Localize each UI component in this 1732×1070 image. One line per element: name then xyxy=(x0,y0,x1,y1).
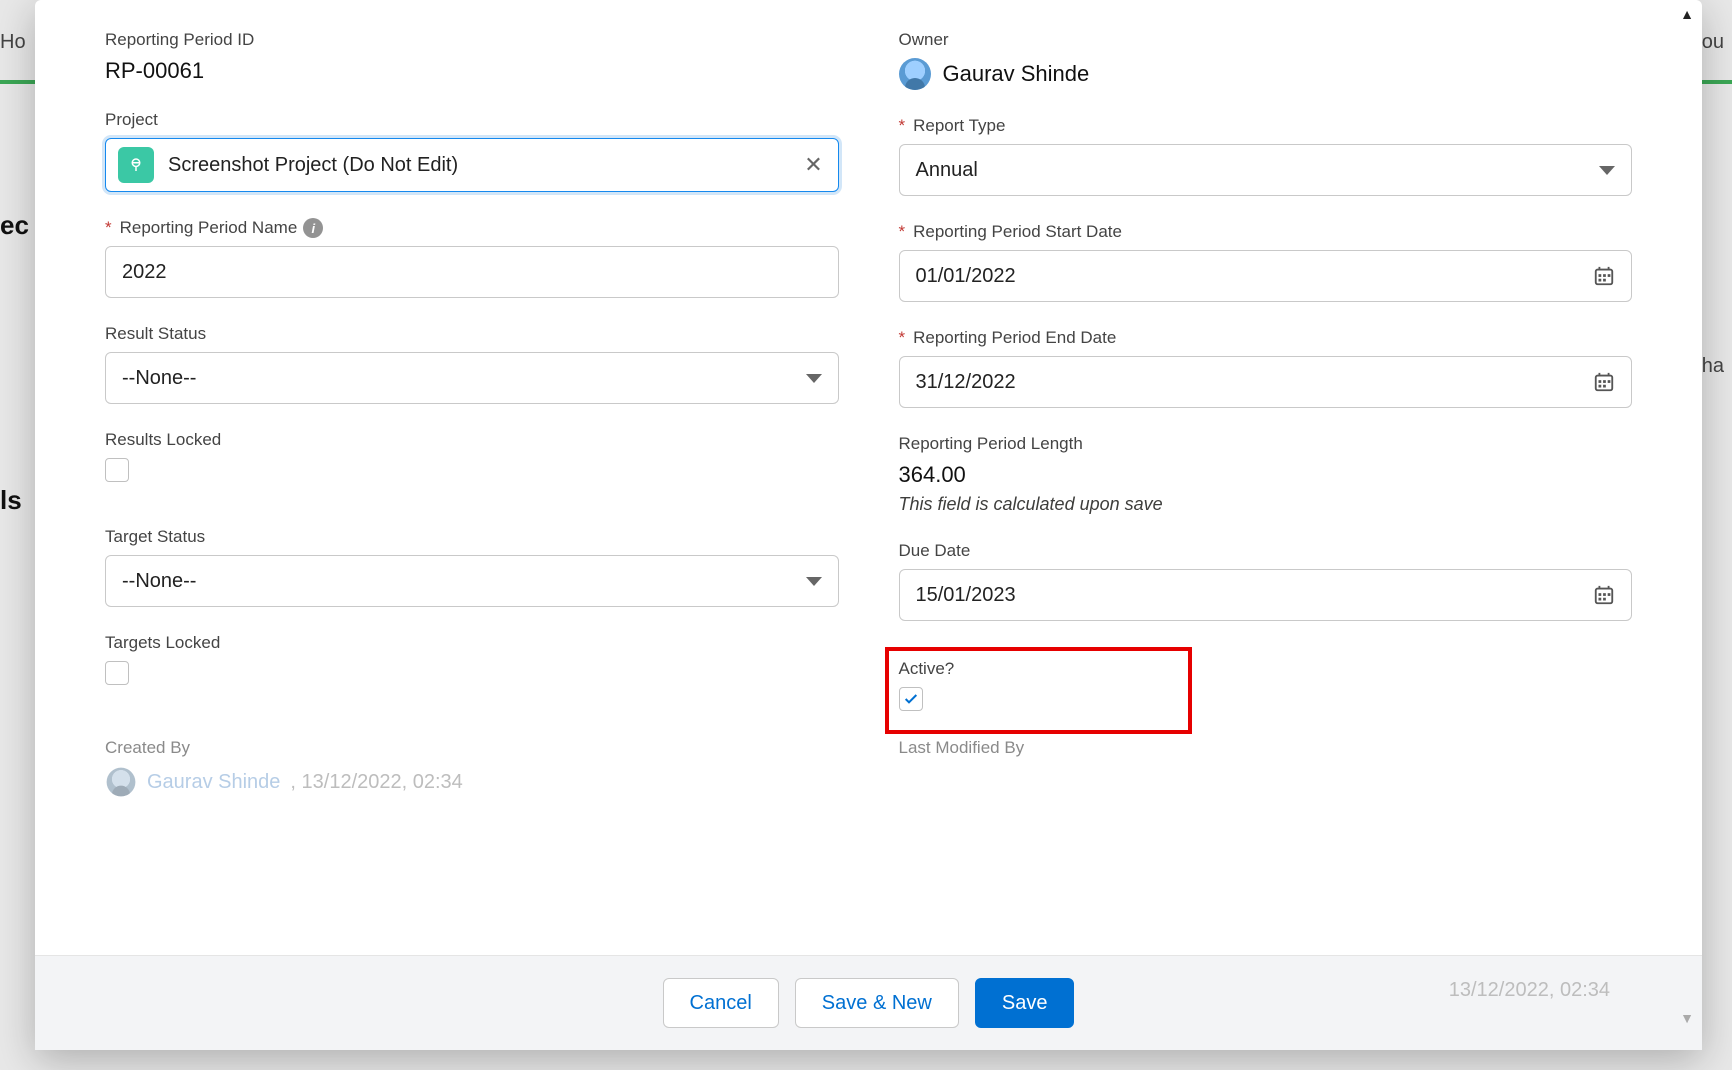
field-label: * Reporting Period Name i xyxy=(105,218,839,238)
created-by-value: Gaurav Shinde , 13/12/2022, 02:34 xyxy=(105,766,839,798)
modal-footer: Cancel Save & New Save xyxy=(35,955,1702,1050)
bg-text: ha xyxy=(1702,355,1724,378)
date-value: 01/01/2022 xyxy=(916,265,1016,288)
save-and-new-button[interactable]: Save & New xyxy=(795,978,959,1028)
field-label: Reporting Period ID xyxy=(105,30,839,50)
calendar-icon[interactable] xyxy=(1593,265,1615,287)
due-date-field: Due Date 15/01/2023 xyxy=(899,541,1633,621)
field-label: Result Status xyxy=(105,324,839,344)
field-label: Target Status xyxy=(105,527,839,547)
length-helper: This field is calculated upon save xyxy=(899,494,1633,515)
clear-project-icon[interactable]: ✕ xyxy=(802,153,826,177)
scroll-down-icon[interactable]: ▼ xyxy=(1680,1010,1694,1026)
right-column: Owner Gaurav Shinde * Report Type Annual xyxy=(899,30,1633,734)
report-type-field: * Report Type Annual xyxy=(899,116,1633,196)
field-label: Active? xyxy=(899,659,1176,679)
result-status-select[interactable]: --None-- xyxy=(105,352,839,404)
cancel-button[interactable]: Cancel xyxy=(663,978,779,1028)
required-indicator: * xyxy=(899,116,906,136)
field-label: Targets Locked xyxy=(105,633,839,653)
info-icon[interactable]: i xyxy=(303,218,323,238)
field-label: Results Locked xyxy=(105,430,839,450)
left-column: Reporting Period ID RP-00061 Project Scr… xyxy=(105,30,839,734)
target-status-field: Target Status --None-- xyxy=(105,527,839,607)
input-value: 2022 xyxy=(122,261,167,284)
modal-body: Reporting Period ID RP-00061 Project Scr… xyxy=(35,0,1702,955)
field-label: Project xyxy=(105,110,839,130)
system-fields-row: Created By Gaurav Shinde , 13/12/2022, 0… xyxy=(105,738,1632,798)
field-label: * Reporting Period Start Date xyxy=(899,222,1633,242)
reporting-period-id-value: RP-00061 xyxy=(105,58,839,84)
select-value: --None-- xyxy=(122,367,196,390)
label-text: Reporting Period Start Date xyxy=(913,222,1122,242)
reporting-period-name-field: * Reporting Period Name i 2022 xyxy=(105,218,839,298)
reporting-period-id-field: Reporting Period ID RP-00061 xyxy=(105,30,839,84)
bg-text: ec xyxy=(0,210,29,241)
project-field: Project Screenshot Project (Do Not Edit)… xyxy=(105,110,839,192)
avatar-icon xyxy=(107,768,136,797)
field-label: Last Modified By xyxy=(899,738,1633,758)
label-text: Report Type xyxy=(913,116,1005,136)
project-icon xyxy=(118,147,154,183)
results-locked-field: Results Locked xyxy=(105,430,839,487)
chevron-down-icon xyxy=(1599,166,1615,175)
start-date-input[interactable]: 01/01/2022 xyxy=(899,250,1633,302)
results-locked-checkbox[interactable] xyxy=(105,458,129,482)
start-date-field: * Reporting Period Start Date 01/01/2022 xyxy=(899,222,1633,302)
length-value: 364.00 xyxy=(899,462,1633,488)
owner-value: Gaurav Shinde xyxy=(899,58,1633,90)
created-by-name: Gaurav Shinde xyxy=(147,771,280,794)
owner-name: Gaurav Shinde xyxy=(943,61,1090,87)
field-label: * Report Type xyxy=(899,116,1633,136)
required-indicator: * xyxy=(105,218,112,238)
end-date-input[interactable]: 31/12/2022 xyxy=(899,356,1633,408)
target-status-select[interactable]: --None-- xyxy=(105,555,839,607)
select-value: --None-- xyxy=(122,570,196,593)
owner-field: Owner Gaurav Shinde xyxy=(899,30,1633,90)
project-lookup[interactable]: Screenshot Project (Do Not Edit) ✕ xyxy=(105,138,839,192)
reporting-period-name-input[interactable]: 2022 xyxy=(105,246,839,298)
modified-by-timestamp: 13/12/2022, 02:34 xyxy=(1449,979,1610,1002)
save-button[interactable]: Save xyxy=(975,978,1075,1028)
edit-modal: ▲ ▼ Reporting Period ID RP-00061 Project xyxy=(35,0,1702,1050)
bg-text: ou xyxy=(1702,31,1724,54)
calendar-icon[interactable] xyxy=(1593,584,1615,606)
field-label: Created By xyxy=(105,738,839,758)
required-indicator: * xyxy=(899,222,906,242)
targets-locked-checkbox[interactable] xyxy=(105,661,129,685)
select-value: Annual xyxy=(916,159,978,182)
end-date-field: * Reporting Period End Date 31/12/2022 xyxy=(899,328,1633,408)
active-field: Active? xyxy=(899,659,1176,712)
chevron-down-icon xyxy=(806,577,822,586)
targets-locked-field: Targets Locked xyxy=(105,633,839,690)
date-value: 31/12/2022 xyxy=(916,371,1016,394)
result-status-field: Result Status --None-- xyxy=(105,324,839,404)
due-date-input[interactable]: 15/01/2023 xyxy=(899,569,1633,621)
chevron-down-icon xyxy=(806,374,822,383)
field-label: Owner xyxy=(899,30,1633,50)
active-highlight-box: Active? xyxy=(885,647,1192,734)
length-field: Reporting Period Length 364.00 This fiel… xyxy=(899,434,1633,515)
project-value: Screenshot Project (Do Not Edit) xyxy=(168,154,788,177)
label-text: Reporting Period Name xyxy=(120,218,298,238)
calendar-icon[interactable] xyxy=(1593,371,1615,393)
field-label: Due Date xyxy=(899,541,1633,561)
avatar-icon xyxy=(899,58,931,90)
label-text: Reporting Period End Date xyxy=(913,328,1116,348)
active-checkbox[interactable] xyxy=(899,687,923,711)
date-value: 15/01/2023 xyxy=(916,584,1016,607)
field-label: * Reporting Period End Date xyxy=(899,328,1633,348)
bg-text: ls xyxy=(0,485,22,516)
report-type-select[interactable]: Annual xyxy=(899,144,1633,196)
bg-text: Ho xyxy=(0,31,26,54)
scroll-up-icon[interactable]: ▲ xyxy=(1680,6,1694,22)
created-by-timestamp: , 13/12/2022, 02:34 xyxy=(290,771,462,794)
required-indicator: * xyxy=(899,328,906,348)
field-label: Reporting Period Length xyxy=(899,434,1633,454)
